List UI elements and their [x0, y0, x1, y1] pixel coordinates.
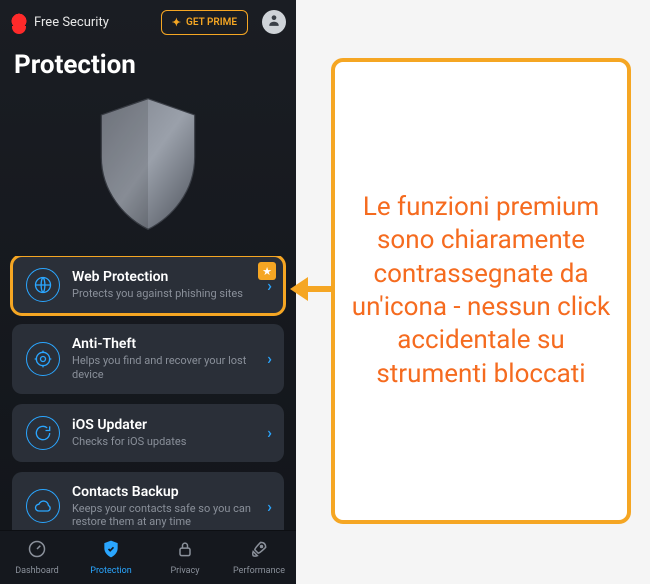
- nav-label: Privacy: [170, 566, 199, 576]
- nav-label: Protection: [90, 566, 131, 576]
- target-icon: [26, 342, 60, 376]
- annotation-callout: Le funzioni premium sono chiaramente con…: [331, 58, 631, 524]
- shield-graphic: [0, 90, 296, 256]
- premium-star-icon: ★: [258, 262, 276, 280]
- feature-subtitle: Helps you find and recover your lost dev…: [72, 354, 255, 382]
- user-icon: [267, 13, 281, 31]
- gauge-icon: [27, 539, 47, 563]
- feature-title: Contacts Backup: [72, 484, 255, 500]
- callout-text: Le funzioni premium sono chiaramente con…: [349, 191, 613, 391]
- feature-title: Anti-Theft: [72, 336, 255, 352]
- protection-screen: Free Security ✦ GET PRIME Protection: [0, 0, 296, 584]
- shield-icon: [88, 94, 208, 238]
- feature-list: ★ Web Protection Protects you against ph…: [0, 256, 296, 530]
- nav-performance[interactable]: Performance: [222, 531, 296, 584]
- feature-title: Web Protection: [72, 269, 255, 285]
- feature-ios-updater[interactable]: iOS Updater Checks for iOS updates ›: [12, 404, 284, 462]
- cloud-icon: [26, 489, 60, 523]
- shield-check-icon: [101, 539, 121, 563]
- rocket-icon: [249, 539, 269, 563]
- page-title: Protection: [0, 44, 296, 90]
- nav-label: Dashboard: [15, 566, 59, 576]
- feature-web-protection[interactable]: ★ Web Protection Protects you against ph…: [12, 256, 284, 314]
- feature-subtitle: Protects you against phishing sites: [72, 287, 255, 301]
- nav-dashboard[interactable]: Dashboard: [0, 531, 74, 584]
- globe-icon: [26, 268, 60, 302]
- feature-subtitle: Keeps your contacts safe so you can rest…: [72, 502, 255, 530]
- nav-label: Performance: [233, 566, 285, 576]
- bottom-nav: Dashboard Protection Privacy Performance: [0, 530, 296, 584]
- feature-title: iOS Updater: [72, 417, 255, 433]
- get-prime-label: GET PRIME: [186, 17, 237, 28]
- lock-icon: [175, 539, 195, 563]
- top-bar: Free Security ✦ GET PRIME: [0, 0, 296, 44]
- account-avatar-button[interactable]: [262, 10, 286, 34]
- chevron-right-icon: ›: [267, 423, 272, 442]
- app-name-label: Free Security: [34, 15, 155, 30]
- chevron-right-icon: ›: [267, 349, 272, 368]
- feature-anti-theft[interactable]: Anti-Theft Helps you find and recover yo…: [12, 324, 284, 394]
- nav-privacy[interactable]: Privacy: [148, 531, 222, 584]
- feature-contacts-backup[interactable]: Contacts Backup Keeps your contacts safe…: [12, 472, 284, 531]
- nav-protection[interactable]: Protection: [74, 531, 148, 584]
- avira-logo-icon: [10, 13, 28, 31]
- feature-subtitle: Checks for iOS updates: [72, 435, 255, 449]
- prime-star-icon: ✦: [172, 16, 181, 29]
- get-prime-button[interactable]: ✦ GET PRIME: [161, 10, 248, 35]
- refresh-icon: [26, 416, 60, 450]
- chevron-right-icon: ›: [267, 497, 272, 516]
